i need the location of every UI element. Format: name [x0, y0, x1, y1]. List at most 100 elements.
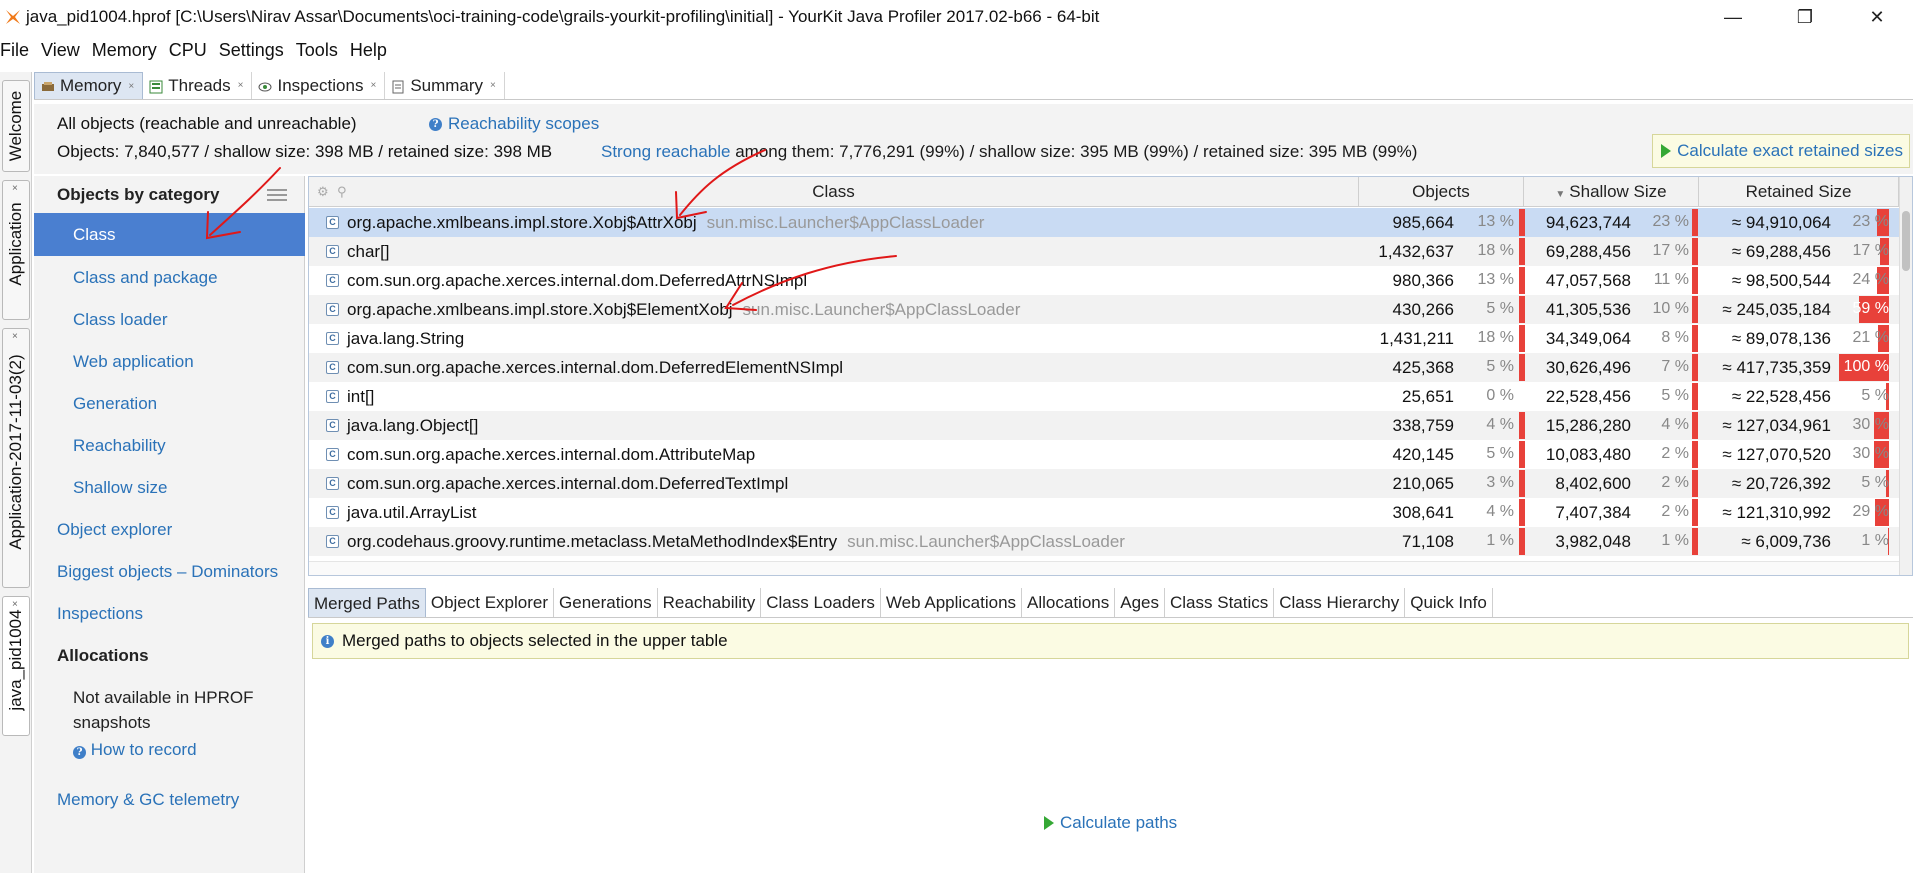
hamburger-menu-icon[interactable] [267, 189, 287, 204]
tab-web-applications[interactable]: Web Applications [881, 588, 1023, 618]
restore-button[interactable]: ❐ [1769, 0, 1841, 34]
column-header-objects[interactable]: Objects [1359, 177, 1524, 207]
object-explorer-link[interactable]: Object explorer [57, 520, 172, 540]
tab-allocations[interactable]: Allocations [1022, 588, 1116, 618]
column-header-class[interactable]: ⚙ ⚲ Class [309, 177, 1359, 207]
table-row[interactable]: Ccom.sun.org.apache.xerces.internal.dom.… [309, 353, 1899, 382]
category-class-and-package[interactable]: Class and package [73, 268, 218, 288]
calculate-retained-sizes-button[interactable]: Calculate exact retained sizes [1652, 134, 1910, 168]
table-row[interactable]: Cjava.lang.String 1,431,211 18 % 34,349,064… [309, 324, 1899, 353]
tab-quick-info[interactable]: Quick Info [1405, 588, 1493, 618]
menu-settings[interactable]: Settings [219, 40, 290, 61]
tab-close-icon[interactable]: × [370, 80, 376, 91]
table-row[interactable]: Ccom.sun.org.apache.xerces.internal.dom.… [309, 469, 1899, 498]
tab-merged-paths[interactable]: Merged Paths [308, 588, 426, 618]
tab-threads[interactable]: Threads × [143, 72, 253, 99]
tab-class-hierarchy[interactable]: Class Hierarchy [1274, 588, 1406, 618]
tab-memory[interactable]: Memory × [34, 72, 144, 99]
table-row[interactable]: Cint[] 25,651 0 % 22,528,456 5 % ≈ 22,528,456… [309, 382, 1899, 411]
vtab-welcome[interactable]: Welcome [2, 80, 30, 172]
reachability-scopes-link[interactable]: ? Reachability scopes [429, 114, 599, 134]
category-generation[interactable]: Generation [73, 394, 157, 414]
menu-tools[interactable]: Tools [296, 40, 344, 61]
calculate-paths-button[interactable]: Calculate paths [1044, 813, 1177, 833]
tab-close-icon[interactable]: × [490, 80, 496, 91]
column-header-shallow-size[interactable]: ▼ Shallow Size [1524, 177, 1699, 207]
minimize-button[interactable]: — [1697, 0, 1769, 34]
shallow-percent: 8 % [1661, 329, 1689, 346]
table-row[interactable]: Cjava.util.ArrayList 308,641 4 % 7,407,384 2… [309, 498, 1899, 527]
tab-class-statics[interactable]: Class Statics [1165, 588, 1275, 618]
table-row[interactable]: Corg.apache.xmlbeans.impl.store.Xobj$Ele… [309, 295, 1899, 324]
retained-percent: 5 % [1861, 474, 1889, 491]
column-header-retained-size[interactable]: Retained Size [1699, 177, 1899, 207]
menu-view[interactable]: View [41, 40, 86, 61]
scrollbar-thumb[interactable] [1902, 211, 1910, 271]
class-name: int[] [347, 387, 375, 406]
category-reachability[interactable]: Reachability [73, 436, 166, 456]
shallow-percent-bar [1692, 354, 1698, 381]
table-row[interactable]: Cchar[] 1,432,637 18 % 69,288,456 17 % ≈ 69,2… [309, 237, 1899, 266]
strong-reachable-link[interactable]: Strong reachable [601, 142, 730, 161]
menu-cpu[interactable]: CPU [169, 40, 213, 61]
class-icon: C [326, 477, 339, 490]
vtab-close-icon[interactable]: × [12, 599, 18, 610]
horizontal-scrollbar[interactable] [309, 561, 1899, 575]
objects-count: 308,641 [1392, 503, 1454, 522]
tab-reachability[interactable]: Reachability [658, 588, 762, 618]
shallow-size: 10,083,480 [1545, 445, 1631, 464]
class-icon: C [326, 448, 339, 461]
vtab-java-pid1004[interactable]: × java_pid1004 [2, 596, 30, 736]
tab-summary[interactable]: Summary × [385, 72, 505, 99]
vtab-close-icon[interactable]: × [12, 331, 18, 342]
allocations-heading: Allocations [57, 646, 149, 665]
table-row[interactable]: Ccom.sun.org.apache.xerces.internal.dom.… [309, 440, 1899, 469]
detail-tabs: Merged Paths Object Explorer Generations… [308, 588, 1493, 618]
shallow-percent-bar [1692, 296, 1698, 323]
class-name: com.sun.org.apache.xerces.internal.dom.D… [347, 474, 789, 493]
menu-file[interactable]: File [0, 40, 35, 61]
table-row[interactable]: Corg.codehaus.groovy.runtime.metaclass.M… [309, 527, 1899, 556]
vtab-close-icon[interactable]: × [12, 183, 18, 194]
biggest-objects-link[interactable]: Biggest objects – Dominators [57, 562, 278, 582]
objects-percent: 18 % [1477, 329, 1514, 346]
table-row[interactable]: Cjava.lang.Object[] 338,759 4 % 15,286,280 4… [309, 411, 1899, 440]
table-row[interactable]: Corg.apache.xmlbeans.impl.store.Xobj$Att… [309, 208, 1899, 237]
category-class-loader[interactable]: Class loader [73, 310, 168, 330]
vtab-application[interactable]: × Application [2, 180, 30, 416]
category-shallow-size[interactable]: Shallow size [73, 478, 168, 498]
merged-paths-text: Merged paths to objects selected in the … [342, 631, 728, 650]
tab-generations[interactable]: Generations [554, 588, 658, 618]
objects-percent-bar [1519, 267, 1525, 294]
how-to-record-link[interactable]: ? How to record [73, 740, 197, 760]
vertical-scrollbar[interactable] [1899, 177, 1912, 575]
menu-help[interactable]: Help [350, 40, 393, 61]
retained-percent: 21 % [1852, 329, 1889, 346]
tab-ages[interactable]: Ages [1115, 588, 1165, 618]
table-row[interactable]: Ccom.sun.org.apache.xerces.internal.dom.… [309, 266, 1899, 295]
class-icon: C [326, 216, 339, 229]
inspections-link[interactable]: Inspections [57, 604, 143, 624]
category-class[interactable]: Class [34, 213, 305, 256]
settings-icon[interactable]: ⚙ [317, 177, 329, 207]
column-class-label: Class [812, 182, 855, 201]
tab-class-loaders[interactable]: Class Loaders [761, 588, 881, 618]
tab-object-explorer[interactable]: Object Explorer [426, 588, 555, 618]
class-icon: C [326, 390, 339, 403]
shallow-percent: 1 % [1661, 532, 1689, 549]
shallow-percent-bar [1692, 325, 1698, 352]
memory-gc-telemetry-link[interactable]: Memory & GC telemetry [57, 790, 239, 810]
menu-memory[interactable]: Memory [92, 40, 163, 61]
vtab-application-2017[interactable]: × Application-2017-11-03(2) [2, 328, 30, 588]
window-title: java_pid1004.hprof [C:\Users\Nirav Assar… [26, 7, 1100, 26]
objects-percent-bar [1519, 296, 1525, 323]
retained-size: ≈ 127,070,520 [1722, 445, 1831, 464]
category-web-application[interactable]: Web application [73, 352, 194, 372]
tab-inspections[interactable]: Inspections × [252, 72, 386, 99]
objects-percent: 5 % [1486, 445, 1514, 462]
search-icon[interactable]: ⚲ [337, 177, 347, 207]
class-icon: C [326, 506, 339, 519]
tab-close-icon[interactable]: × [238, 80, 244, 91]
close-button[interactable]: ✕ [1841, 0, 1913, 34]
tab-close-icon[interactable]: × [128, 81, 134, 92]
